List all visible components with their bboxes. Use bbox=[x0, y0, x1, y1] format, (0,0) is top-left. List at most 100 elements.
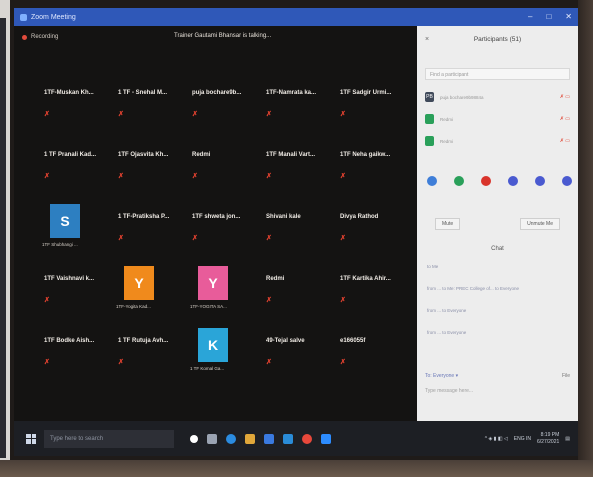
participant-tile[interactable]: 1TF Neha gaikw... ✗ bbox=[332, 140, 404, 192]
raise-hand-icon[interactable] bbox=[427, 176, 437, 186]
participant-row[interactable]: Redmi ✗ ▭ bbox=[425, 134, 570, 148]
participant-tile[interactable]: 1 TF Pranali Kad... ✗ bbox=[36, 140, 108, 192]
muted-mic-icon: ✗ ▭ bbox=[559, 94, 570, 100]
muted-mic-icon: ✗ bbox=[266, 111, 272, 118]
notification-icon[interactable]: ▤ bbox=[565, 436, 570, 442]
chat-recipient-select[interactable]: To: Everyone ▾ bbox=[425, 373, 458, 379]
participant-tile[interactable]: e166055f ✗ bbox=[332, 326, 404, 378]
no-icon[interactable] bbox=[481, 176, 491, 186]
close-button[interactable]: ✕ bbox=[565, 12, 572, 21]
yes-icon[interactable] bbox=[454, 176, 464, 186]
muted-mic-icon: ✗ bbox=[340, 111, 346, 118]
muted-mic-icon: ✗ bbox=[118, 111, 124, 118]
muted-mic-icon: ✗ bbox=[44, 297, 50, 304]
participant-tile[interactable]: Redmi ✗ bbox=[258, 264, 330, 316]
participant-tile[interactable]: 1TF Kartika Ahir... ✗ bbox=[332, 264, 404, 316]
participant-name: 1TF Kartika Ahir... bbox=[340, 276, 391, 282]
chat-message-input[interactable]: Type message here... bbox=[425, 388, 473, 394]
participants-title: Participants (51) bbox=[473, 36, 522, 43]
muted-mic-icon: ✗ bbox=[44, 111, 50, 118]
file-explorer-icon[interactable] bbox=[245, 433, 255, 444]
participant-name: Redmi bbox=[266, 276, 285, 282]
minimize-button[interactable]: – bbox=[528, 12, 532, 21]
participant-tile[interactable]: 1 TF Rutuja Avh... ✗ bbox=[110, 326, 182, 378]
avatar: Y bbox=[124, 266, 154, 300]
avatar: K bbox=[198, 328, 228, 362]
muted-mic-icon: ✗ bbox=[44, 173, 50, 180]
zoom-taskbar-icon[interactable] bbox=[321, 433, 331, 444]
clock[interactable]: 8:19 PM 6/27/2021 bbox=[537, 432, 559, 446]
participant-tile[interactable]: K 1 TF Komal Ga... bbox=[184, 326, 256, 378]
participant-row[interactable]: PB puja bochare9b9884a ✗ ▭ bbox=[425, 90, 570, 104]
participant-tile[interactable]: Redmi ✗ bbox=[184, 140, 256, 192]
participant-name: 49-Tejal salve bbox=[266, 338, 305, 344]
participant-tile[interactable]: 1TF Ojasvita Kh... ✗ bbox=[110, 140, 182, 192]
participant-tile[interactable]: puja bochare9b... ✗ bbox=[184, 78, 256, 130]
tray-icons[interactable]: ^ ◈ ▮ ◧ ◁ bbox=[485, 436, 508, 442]
participant-tile[interactable]: 1TF-Namrata ka... ✗ bbox=[258, 78, 330, 130]
participant-name: puja bochare9b... bbox=[192, 90, 242, 96]
participant-name: Redmi bbox=[440, 116, 454, 122]
file-button[interactable]: File bbox=[562, 373, 570, 379]
taskbar-search-input[interactable]: Type here to search bbox=[44, 429, 174, 448]
participant-tile[interactable]: 1 TF - Snehal M... ✗ bbox=[110, 78, 182, 130]
participant-tile[interactable]: 1TF-Muskan Kh... ✗ bbox=[36, 78, 108, 130]
store-icon[interactable] bbox=[264, 433, 274, 444]
muted-mic-icon: ✗ bbox=[192, 111, 198, 118]
participant-name: 1 TF Komal Ga... bbox=[190, 366, 225, 371]
participant-tile[interactable]: 1TF Bodke Aish... ✗ bbox=[36, 326, 108, 378]
recording-label[interactable]: Recording bbox=[31, 34, 58, 40]
muted-mic-icon: ✗ bbox=[340, 297, 346, 304]
monitor-bezel-bottom bbox=[0, 460, 593, 477]
participant-tile[interactable]: 1TF shweta jon... ✗ bbox=[184, 202, 256, 254]
cortana-icon[interactable] bbox=[190, 434, 198, 443]
photos-icon[interactable] bbox=[283, 433, 293, 444]
participant-name: e166055f bbox=[340, 338, 366, 344]
chat-message: from ... to Everyone bbox=[427, 330, 467, 335]
system-tray: ^ ◈ ▮ ◧ ◁ ENG IN 8:19 PM 6/27/2021 ▤ bbox=[485, 432, 570, 446]
meeting-topbar: Recording Trainer Gautami Bhansar is tal… bbox=[14, 26, 417, 48]
more-icon[interactable] bbox=[562, 176, 572, 186]
zoom-app-icon bbox=[20, 13, 27, 21]
participant-name: 1TF Vaishnavi k... bbox=[44, 276, 95, 282]
chrome-icon[interactable] bbox=[302, 433, 312, 444]
windows-start-icon[interactable] bbox=[26, 433, 36, 444]
monitor-bezel-left bbox=[0, 0, 10, 477]
muted-mic-icon: ✗ bbox=[266, 359, 272, 366]
window-title: Zoom Meeting bbox=[31, 13, 76, 21]
participant-tile[interactable]: S 1TF Shubhangi ... bbox=[36, 202, 108, 254]
find-participant-input[interactable]: Find a participant bbox=[425, 68, 570, 80]
muted-mic-icon: ✗ bbox=[118, 235, 124, 242]
participant-name: 1TF-Namrata ka... bbox=[266, 90, 317, 96]
maximize-button[interactable]: □ bbox=[546, 12, 551, 21]
screen: Zoom Meeting – □ ✕ Recording Trainer Gau… bbox=[14, 8, 578, 456]
muted-mic-icon: ✗ bbox=[118, 359, 124, 366]
participant-name: Redmi bbox=[440, 138, 454, 144]
participant-tile[interactable]: 1TF Sadgir Urmi... ✗ bbox=[332, 78, 404, 130]
participant-name: 1TF Sadgir Urmi... bbox=[340, 90, 392, 96]
participant-tile[interactable]: Y 1TF-YOGITA SA... bbox=[184, 264, 256, 316]
participant-tile[interactable]: 49-Tejal salve ✗ bbox=[258, 326, 330, 378]
muted-mic-icon: ✗ bbox=[192, 173, 198, 180]
participant-row[interactable]: Redmi ✗ ▭ bbox=[425, 112, 570, 126]
participant-tile[interactable]: Shivani kale ✗ bbox=[258, 202, 330, 254]
go-slower-icon[interactable] bbox=[508, 176, 518, 186]
language-indicator[interactable]: ENG IN bbox=[514, 436, 531, 442]
participant-name: 1 TF Rutuja Avh... bbox=[118, 338, 169, 344]
participant-tile[interactable]: 1TF Manali Vart... ✗ bbox=[258, 140, 330, 192]
edge-icon[interactable] bbox=[226, 433, 236, 444]
window-titlebar: Zoom Meeting – □ ✕ bbox=[14, 8, 578, 26]
participant-tile[interactable]: 1TF Vaishnavi k... ✗ bbox=[36, 264, 108, 316]
participant-tile[interactable]: Divya Rathod ✗ bbox=[332, 202, 404, 254]
participant-name: 1TF Neha gaikw... bbox=[340, 152, 391, 158]
go-faster-icon[interactable] bbox=[535, 176, 545, 186]
task-view-icon[interactable] bbox=[207, 433, 217, 444]
participant-tile[interactable]: Y 1TF-Yogita Kad... bbox=[110, 264, 182, 316]
unmute-me-button[interactable]: Unmute Me bbox=[520, 218, 560, 230]
monitor-bezel-right bbox=[578, 0, 593, 477]
participant-tile[interactable]: 1 TF-Pratiksha P... ✗ bbox=[110, 202, 182, 254]
muted-mic-icon: ✗ ▭ bbox=[559, 116, 570, 122]
mute-button[interactable]: Mute bbox=[435, 218, 461, 230]
muted-mic-icon: ✗ bbox=[192, 235, 198, 242]
recording-icon bbox=[22, 34, 27, 40]
